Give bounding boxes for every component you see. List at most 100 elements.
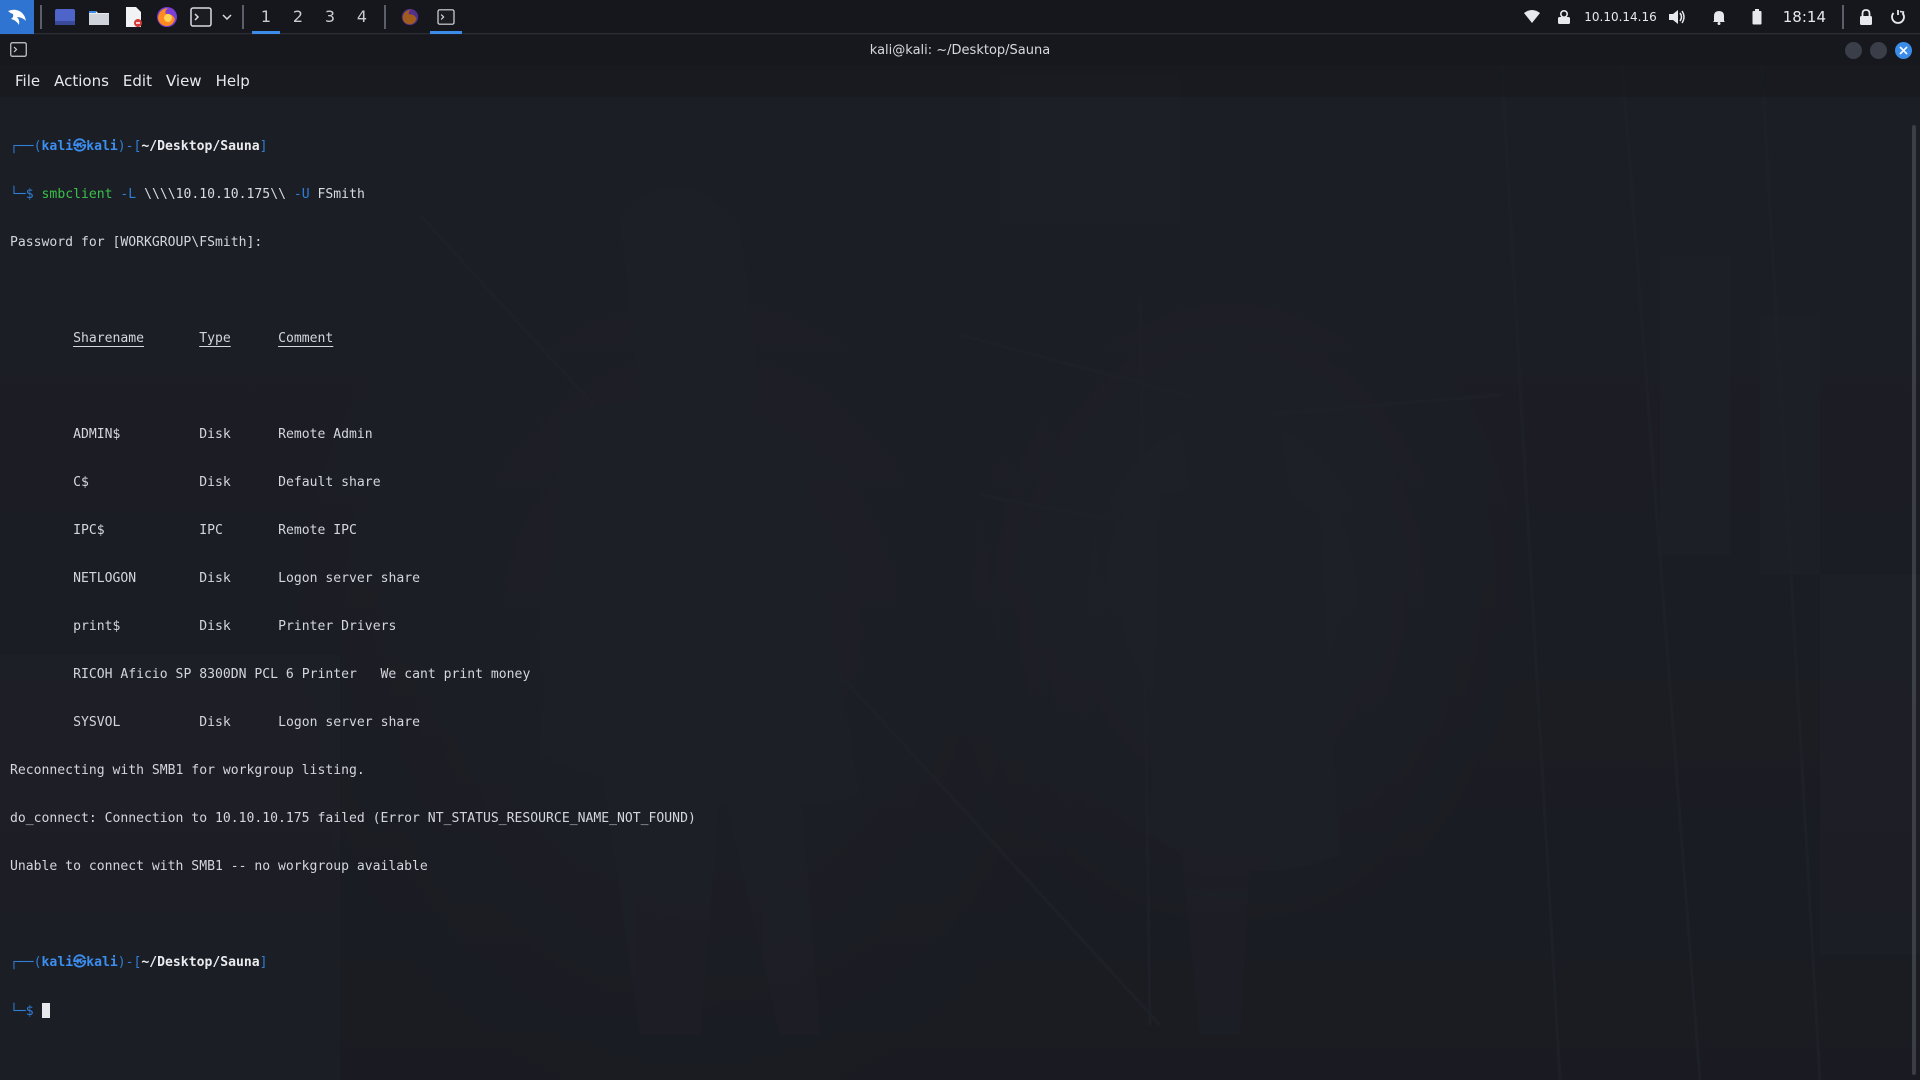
maximize-button[interactable]	[1870, 42, 1887, 59]
prompt-frame: └─$	[10, 1004, 42, 1019]
share-type: Printer	[301, 667, 357, 682]
workspace-label: 1	[260, 7, 272, 26]
text-editor-icon[interactable]	[116, 0, 150, 34]
share-comment: Remote IPC	[278, 523, 357, 538]
share-comment: Logon server share	[278, 715, 420, 730]
share-name: C$	[73, 475, 89, 490]
share-header-row: Sharename Type Comment	[10, 331, 1900, 347]
header-type: Type	[199, 331, 231, 346]
prompt-user: kali	[41, 955, 74, 970]
workspace-label: 2	[292, 7, 304, 26]
command-arg: \\\\10.10.10.175\\	[144, 187, 286, 202]
window-titlebar[interactable]: kali@kali: ~/Desktop/Sauna	[0, 35, 1920, 65]
header-sharename: Sharename	[73, 331, 145, 346]
power-icon[interactable]	[1882, 0, 1914, 34]
minimize-button[interactable]	[1845, 42, 1862, 59]
top-panel: 1 2 3 4 10.10.14.16 18:14	[0, 0, 1920, 34]
prompt-frame: )-[	[117, 955, 142, 970]
vpn-icon[interactable]	[1548, 0, 1580, 34]
menu-actions[interactable]: Actions	[47, 65, 116, 97]
clock-text: 18:14	[1782, 7, 1826, 26]
workspace-label: 4	[356, 7, 368, 26]
share-row: ADMIN$ Disk Remote Admin	[10, 427, 1900, 443]
share-name: ADMIN$	[73, 427, 121, 442]
terminal-window-icon	[10, 42, 27, 57]
terminal-icon[interactable]	[184, 0, 218, 34]
command-line-1: └─$ smbclient -L \\\\10.10.10.175\\ -U F…	[10, 187, 1900, 203]
text-cursor	[41, 1003, 50, 1018]
share-comment: We cant print money	[380, 667, 531, 682]
terminal-scrollbar[interactable]	[1912, 125, 1916, 1075]
prompt-frame: ]	[259, 139, 268, 154]
taskbar-firefox-icon[interactable]	[392, 0, 428, 34]
ip-address: 10.10.14.16	[1580, 0, 1661, 34]
panel-separator	[384, 4, 386, 29]
terminal-window[interactable]: kali@kali: ~/Desktop/Sauna File Actions …	[0, 35, 1920, 1080]
share-type: Disk	[199, 427, 231, 442]
desktop-icon[interactable]	[48, 0, 82, 34]
kali-menu-icon[interactable]	[0, 0, 34, 34]
command-line-2[interactable]: └─$	[10, 1003, 1900, 1019]
prompt-frame: )-[	[117, 139, 142, 154]
share-type: Disk	[199, 715, 231, 730]
share-row: SYSVOL Disk Logon server share	[10, 715, 1900, 731]
prompt-user: kali	[41, 139, 74, 154]
share-type: Disk	[199, 571, 231, 586]
ip-address-text: 10.10.14.16	[1584, 9, 1657, 24]
file-manager-icon[interactable]	[82, 0, 116, 34]
workspace-label: 3	[324, 7, 336, 26]
lock-icon[interactable]	[1850, 0, 1882, 34]
share-comment: Printer Drivers	[278, 619, 397, 634]
command-flag: -U	[293, 187, 310, 202]
close-icon	[1899, 46, 1908, 55]
notification-icon[interactable]	[1703, 0, 1735, 34]
output-line: Reconnecting with SMB1 for workgroup lis…	[10, 763, 365, 778]
wifi-icon[interactable]	[1516, 0, 1548, 34]
output-line: Unable to connect with SMB1 -- no workgr…	[10, 859, 428, 874]
share-comment: Logon server share	[278, 571, 420, 586]
workspace-3[interactable]: 3	[314, 0, 346, 34]
share-row: NETLOGON Disk Logon server share	[10, 571, 1900, 587]
clock[interactable]: 18:14	[1773, 0, 1836, 34]
volume-icon[interactable]	[1661, 0, 1693, 34]
share-comment: Default share	[278, 475, 381, 490]
prompt-line-1: ┌──(kali㉿kali)-[~/Desktop/Sauna]	[10, 139, 1900, 155]
password-prompt: Password for [WORKGROUP\FSmith]:	[10, 235, 263, 250]
window-title: kali@kali: ~/Desktop/Sauna	[869, 42, 1051, 58]
prompt-frame: ]	[259, 955, 268, 970]
share-row: print$ Disk Printer Drivers	[10, 619, 1900, 635]
menu-bar: File Actions Edit View Help	[0, 65, 1920, 97]
workspace-1[interactable]: 1	[250, 0, 282, 34]
share-name: NETLOGON	[73, 571, 137, 586]
dropdown-icon[interactable]	[218, 0, 236, 34]
share-name: print$	[73, 619, 121, 634]
prompt-frame: ┌──(	[10, 955, 42, 970]
close-button[interactable]	[1895, 42, 1912, 59]
command-arg: FSmith	[317, 187, 365, 202]
command-name: smbclient	[41, 187, 113, 202]
panel-separator	[242, 4, 244, 29]
taskbar-terminal-icon[interactable]	[428, 0, 464, 34]
firefox-icon[interactable]	[150, 0, 184, 34]
share-type: Disk	[199, 475, 231, 490]
panel-separator	[1842, 4, 1844, 29]
menu-view[interactable]: View	[159, 65, 209, 97]
share-name: IPC$	[73, 523, 105, 538]
workspace-2[interactable]: 2	[282, 0, 314, 34]
terminal-output[interactable]: ┌──(kali㉿kali)-[~/Desktop/Sauna] └─$ smb…	[10, 107, 1900, 1080]
menu-file[interactable]: File	[8, 65, 47, 97]
share-type: IPC	[199, 523, 223, 538]
menu-edit[interactable]: Edit	[116, 65, 159, 97]
battery-icon[interactable]	[1741, 0, 1773, 34]
workspace-4[interactable]: 4	[346, 0, 378, 34]
prompt-frame: └─$	[10, 187, 42, 202]
prompt-at: ㉿	[73, 955, 87, 970]
prompt-line-2: ┌──(kali㉿kali)-[~/Desktop/Sauna]	[10, 955, 1900, 971]
share-comment: Remote Admin	[278, 427, 373, 442]
menu-help[interactable]: Help	[209, 65, 257, 97]
share-name: SYSVOL	[73, 715, 121, 730]
share-row: C$ Disk Default share	[10, 475, 1900, 491]
prompt-at: ㉿	[73, 139, 87, 154]
